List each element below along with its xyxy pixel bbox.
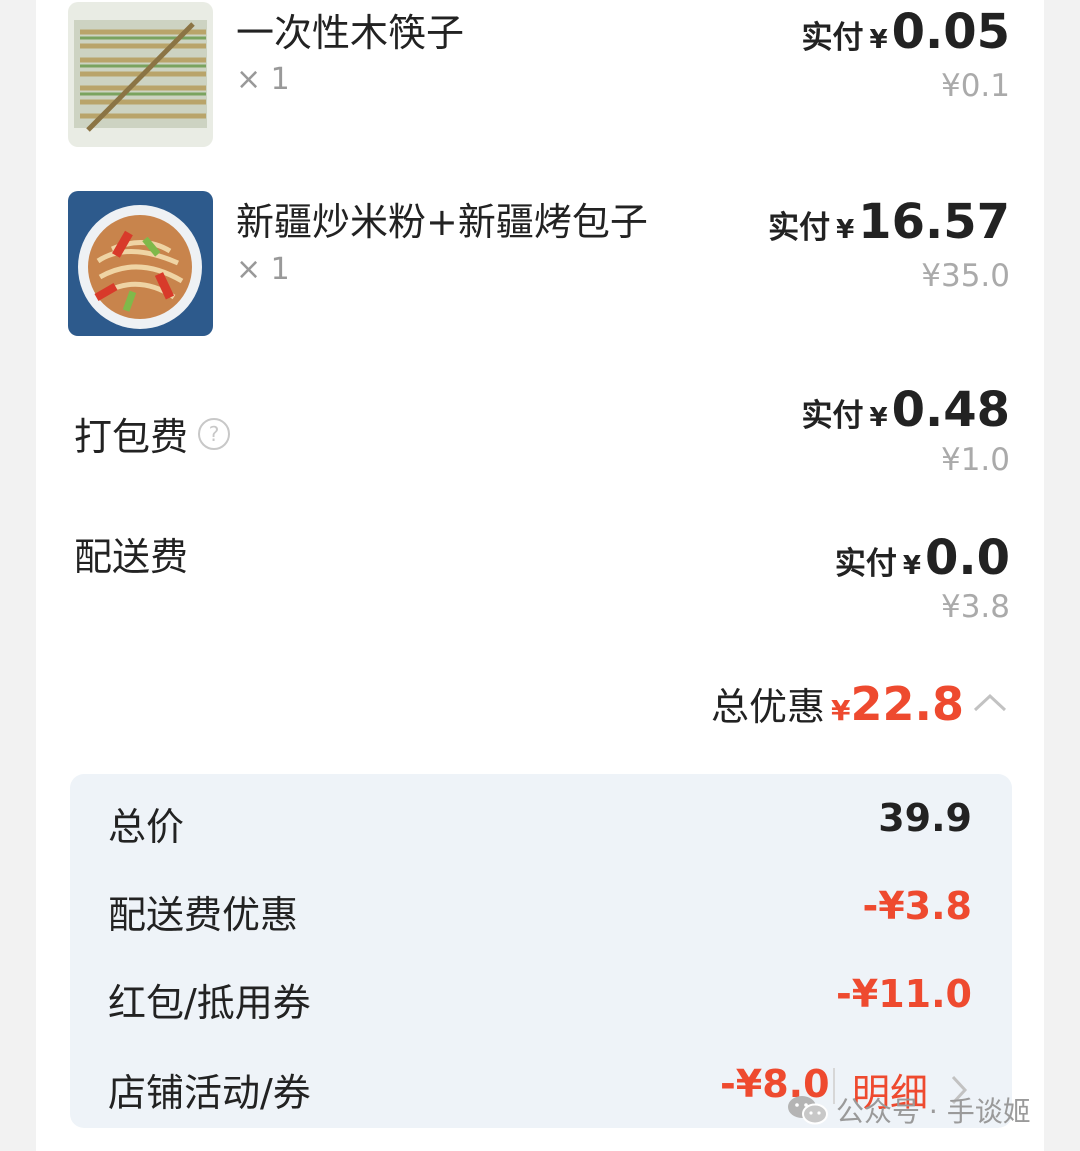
original-price: ¥0.1 <box>940 68 1010 104</box>
item-paid-row: 实付 ¥ 16.57 <box>768 194 1010 250</box>
paid-amount: 0.0 <box>924 530 1010 586</box>
packing-fee-paid-row: 实付 ¥ 0.48 <box>801 382 1010 438</box>
paid-amount: 0.48 <box>891 382 1010 438</box>
currency-symbol: ¥ <box>869 403 888 433</box>
paid-label: 实付 <box>834 546 897 582</box>
delivery-fee-text: 配送费 <box>74 535 189 579</box>
total-price-label: 总价 <box>108 805 185 849</box>
currency-symbol: ¥ <box>869 25 888 55</box>
chevron-up-icon[interactable] <box>972 691 1008 717</box>
item-paid-row: 实付 ¥ 0.05 <box>801 4 1010 60</box>
paid-label: 实付 <box>768 210 831 246</box>
shop-activity-label: 店铺活动/券 <box>108 1071 311 1115</box>
delivery-fee-label: 配送费 <box>74 526 188 581</box>
packing-fee-text: 打包费 <box>74 415 189 459</box>
original-price: ¥1.0 <box>940 442 1010 478</box>
delivery-discount-label: 配送费优惠 <box>108 893 299 937</box>
total-discount-amount: 22.8 <box>850 677 965 731</box>
chopsticks-thumbnail[interactable] <box>68 2 213 147</box>
currency-symbol: ¥ <box>831 694 851 727</box>
original-price: ¥3.8 <box>940 589 1010 625</box>
coupon-label: 红包/抵用券 <box>108 981 311 1025</box>
coupon-value: -¥11.0 <box>836 972 972 1016</box>
price-summary-panel: 总价 39.9 配送费优惠 -¥3.8 红包/抵用券 -¥11.0 店铺活动/券… <box>70 774 1012 1128</box>
item-name: 一次性木筷子 <box>236 11 465 55</box>
noodles-thumbnail[interactable] <box>68 191 213 336</box>
item-quantity: × 1 <box>236 252 290 287</box>
watermark-text: 公众号 · 手谈姬 <box>836 1095 1031 1128</box>
item-quantity: × 1 <box>236 62 290 97</box>
total-price-value: 39.9 <box>878 796 972 840</box>
currency-symbol: ¥ <box>836 215 855 245</box>
delivery-fee-paid-row: 实付 ¥ 0.0 <box>835 530 1010 586</box>
watermark: 公众号 · 手谈姬 <box>786 1090 1031 1130</box>
paid-label: 实付 <box>801 398 864 434</box>
item-name: 新疆炒米粉+新疆烤包子 <box>236 200 648 244</box>
paid-amount: 16.57 <box>858 194 1010 250</box>
noodles-image <box>68 191 213 336</box>
original-price: ¥35.0 <box>921 258 1010 294</box>
delivery-discount-value: -¥3.8 <box>862 884 972 928</box>
packing-fee-label: 打包费 ? <box>74 406 231 461</box>
total-discount-label: 总优惠 <box>711 685 826 729</box>
paid-label: 实付 <box>801 20 864 56</box>
total-discount-toggle[interactable]: 总优惠 ¥ 22.8 <box>711 676 1008 731</box>
help-icon[interactable]: ? <box>198 417 231 450</box>
chopsticks-image <box>68 2 213 147</box>
wechat-icon <box>788 1096 828 1125</box>
paid-amount: 0.05 <box>891 4 1010 60</box>
currency-symbol: ¥ <box>902 551 921 581</box>
